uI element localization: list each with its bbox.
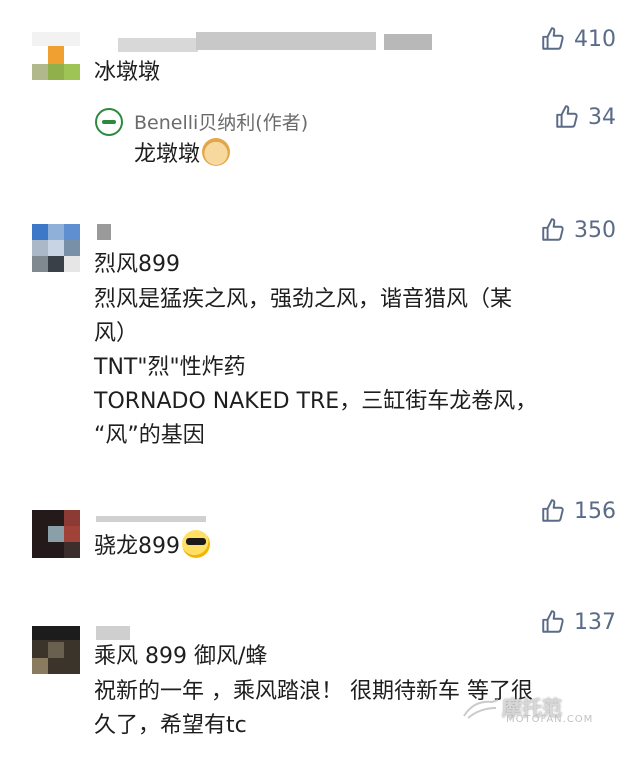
comment-text-line: “风”的基因 <box>94 423 205 448</box>
sunglasses-emoji-icon <box>182 530 210 558</box>
like-count: 410 <box>574 26 616 52</box>
avatar[interactable] <box>32 224 80 272</box>
like-count: 137 <box>574 609 616 635</box>
thumbs-up-icon <box>556 105 578 128</box>
avatar[interactable] <box>32 510 80 558</box>
comment-text-line: 烈风是猛疾之风，强劲之风，谐音猎风（某 <box>94 287 513 312</box>
watermark-url: MOTOFAN.COM <box>506 714 594 725</box>
comment-text-line: 风） <box>94 321 139 346</box>
like-button[interactable]: 137 <box>540 609 616 635</box>
like-count: 156 <box>574 498 616 524</box>
like-button[interactable]: 156 <box>540 498 616 524</box>
thumbs-up-icon <box>542 27 564 50</box>
site-watermark: 摩托范 MOTOFAN.COM <box>462 690 622 730</box>
like-button[interactable]: 350 <box>540 217 616 243</box>
comment-text: 冰墩墩 <box>94 60 161 85</box>
motorcycle-logo-icon <box>463 699 499 719</box>
doge-emoji-icon <box>202 138 231 166</box>
like-count: 34 <box>588 104 616 130</box>
like-button[interactable]: 410 <box>540 26 616 52</box>
comment-text-line: 烈风899 <box>94 252 180 277</box>
avatar[interactable] <box>32 626 80 674</box>
comment-text: 骁龙899 <box>94 530 210 564</box>
thumbs-up-icon <box>542 610 564 633</box>
thumbs-up-icon <box>542 218 564 241</box>
avatar[interactable] <box>32 32 80 80</box>
reply-author-avatar[interactable] <box>95 108 123 136</box>
comment-text-line: 久了，希望有tc <box>94 713 247 738</box>
comment-text-line: 乘风 899 御风/蜂 <box>94 644 268 669</box>
reply-author-name[interactable]: Benelli贝纳利(作者) <box>134 108 308 135</box>
comment-text-line: TORNADO NAKED TRE，三缸街车龙卷风， <box>94 389 538 414</box>
comment-text-line: TNT"烈"性炸药 <box>94 355 246 380</box>
reply-text: 龙墩墩 <box>134 138 231 172</box>
reply-like-button[interactable]: 34 <box>554 104 616 130</box>
like-count: 350 <box>574 217 616 243</box>
thumbs-up-icon <box>542 499 564 522</box>
